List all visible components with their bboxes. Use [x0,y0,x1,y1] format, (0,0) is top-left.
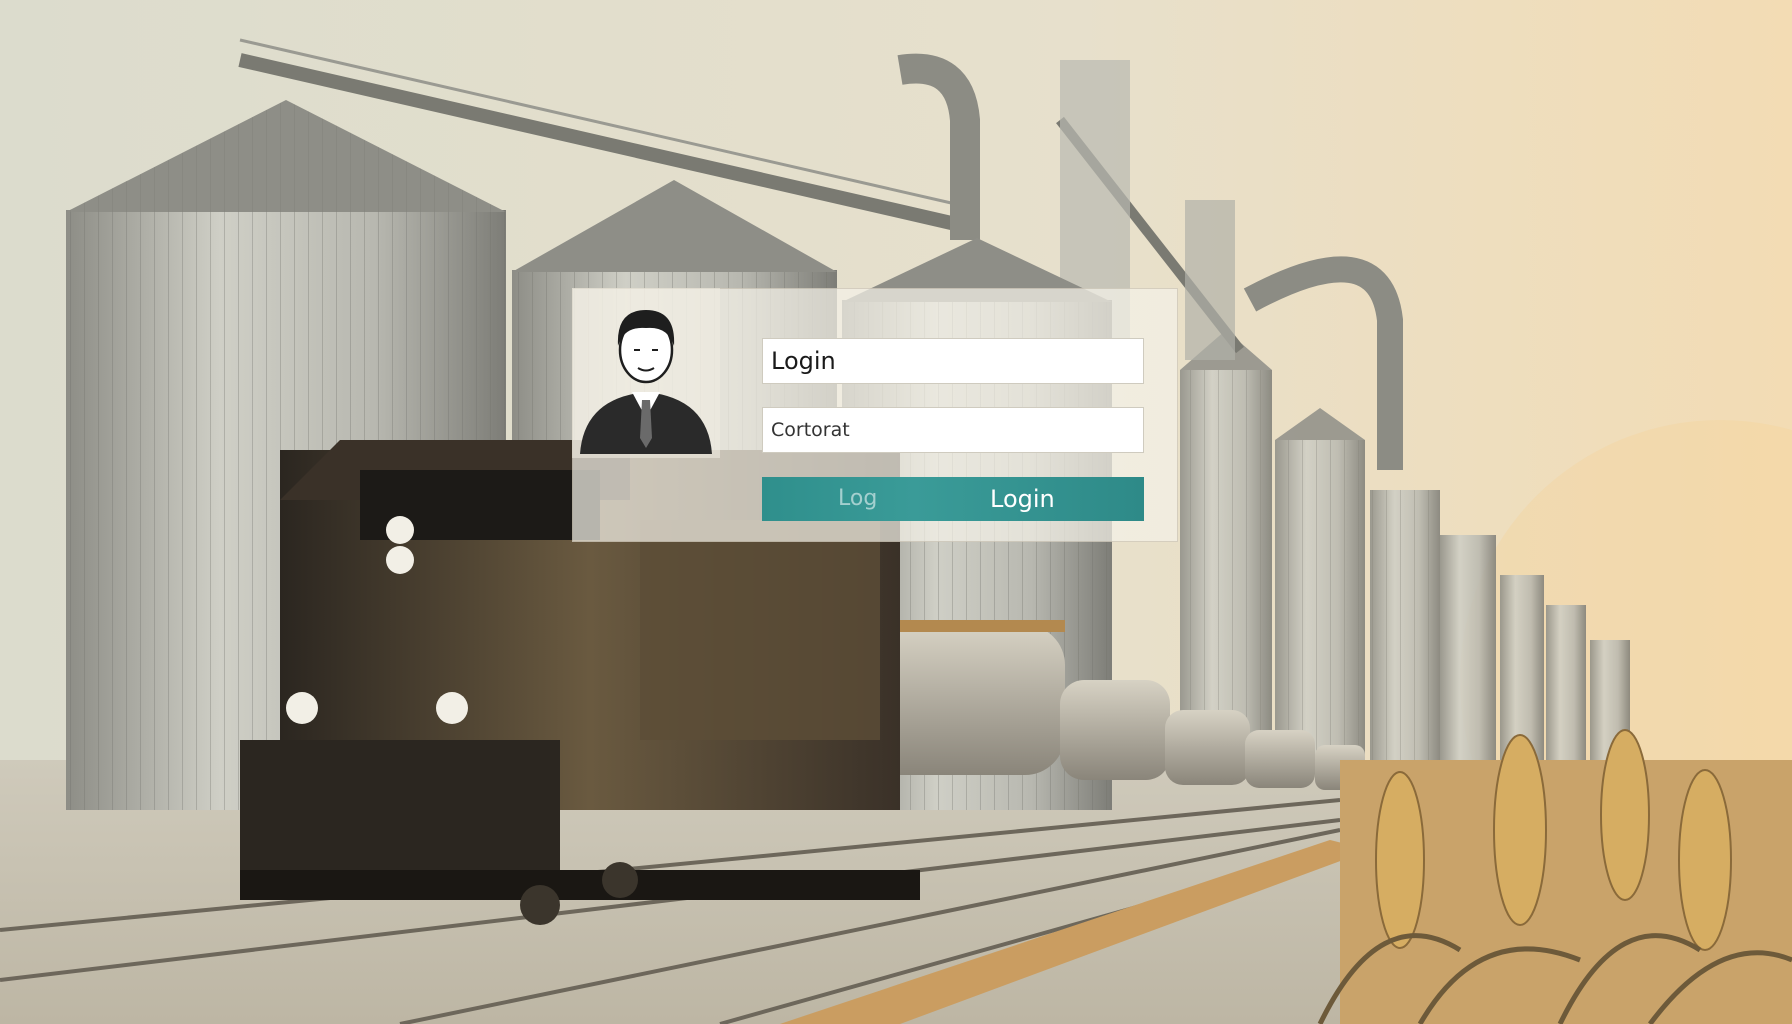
username-field[interactable]: Login [762,338,1144,384]
username-value: Login [771,347,836,375]
user-avatar-icon [580,310,712,454]
avatar [572,288,720,458]
login-button-label: Login [990,485,1055,513]
password-value: Cortorat [771,419,850,441]
login-button[interactable]: Log Login [762,477,1144,521]
login-button-ghost-text: Log [838,486,878,511]
password-field[interactable]: Cortorat [762,407,1144,453]
